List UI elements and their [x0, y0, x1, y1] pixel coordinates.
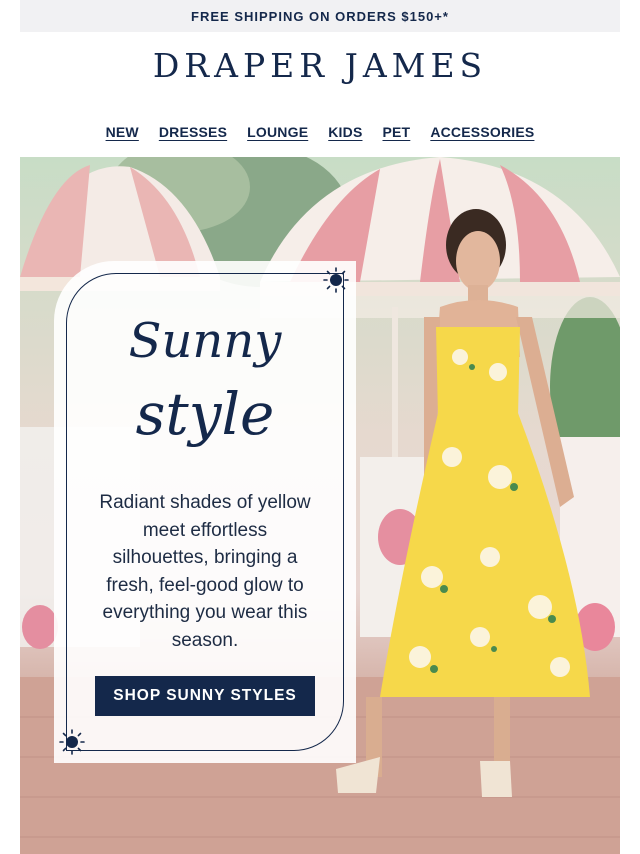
promo-card: Sunny style Radiant shades of yellow mee… — [54, 261, 356, 763]
hero-body-text: Radiant shades of yellow meet effortless… — [99, 492, 311, 651]
headline-line-1: Sunny — [128, 313, 282, 369]
brand-logo[interactable]: DRAPER JAMES — [0, 46, 640, 85]
sun-icon — [59, 729, 85, 755]
nav-item-kids[interactable]: KIDS — [328, 124, 362, 140]
main-nav: NEW DRESSES LOUNGE KIDS PET ACCESSORIES — [0, 124, 640, 140]
nav-item-accessories[interactable]: ACCESSORIES — [430, 124, 534, 140]
sun-icon — [323, 267, 349, 293]
hero-banner[interactable]: Sunny style Radiant shades of yellow mee… — [20, 157, 620, 854]
announcement-text: FREE SHIPPING ON ORDERS $150+* — [191, 8, 449, 24]
headline-line-2: style — [135, 380, 275, 448]
nav-item-dresses[interactable]: DRESSES — [159, 124, 227, 140]
announcement-bar: FREE SHIPPING ON ORDERS $150+* — [20, 0, 620, 32]
nav-item-pet[interactable]: PET — [382, 124, 410, 140]
nav-item-new[interactable]: NEW — [106, 124, 139, 140]
nav-item-lounge[interactable]: LOUNGE — [247, 124, 308, 140]
shop-sunny-styles-button[interactable]: SHOP SUNNY STYLES — [95, 676, 315, 716]
